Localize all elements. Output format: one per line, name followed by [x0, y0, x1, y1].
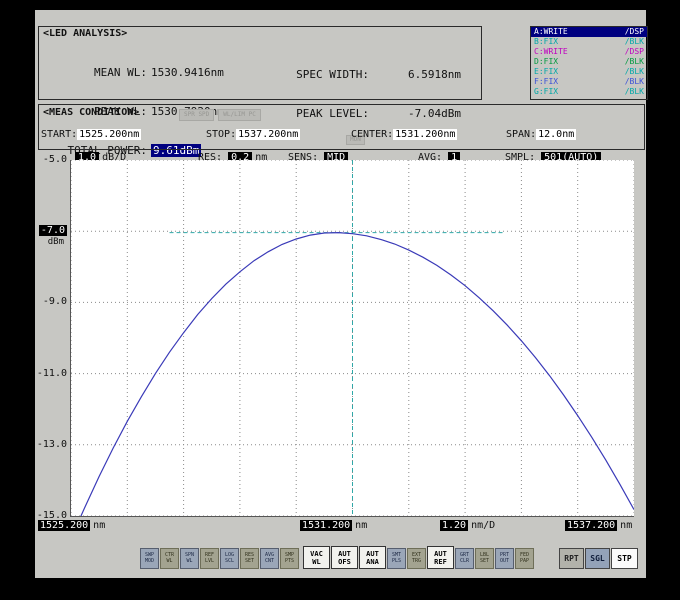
softkey-button[interactable]: PRT OUT	[495, 548, 514, 569]
softkey-button[interactable]: SPN WL	[180, 548, 199, 569]
auto-analysis-button[interactable]: AUT ANA	[359, 546, 386, 569]
x-center-value: 1531.200	[300, 520, 353, 531]
x-axis-center-label: 1531.200 nm	[300, 520, 367, 531]
y-axis-tick-label: -5.0	[42, 154, 67, 165]
spectrum-plot	[70, 160, 634, 517]
span-value[interactable]: 12.0nm	[536, 129, 577, 140]
span-field[interactable]: SPAN: 12.0nm	[506, 129, 577, 140]
softkey-button[interactable]: EXT TRG	[407, 548, 426, 569]
center-label: CENTER:	[351, 129, 394, 140]
softkey-button[interactable]: FED PAP	[515, 548, 534, 569]
instrument-panel: <LED ANALYSIS> MEAN WL: PEAK WL: TOTAL P…	[35, 10, 648, 578]
trace-status-row: D:FIX/BLK	[534, 57, 644, 66]
softkey-button[interactable]: GRT CLR	[455, 548, 474, 569]
toolbar: SWP MOD CTR WL SPN WL REF LVL LOG SCL RES SET AVG CNT…	[140, 543, 638, 569]
osa-screen: <LED ANALYSIS> MEAN WL: PEAK WL: TOTAL P…	[0, 0, 680, 600]
mean-wl-label: MEAN WL:	[94, 66, 147, 79]
start-label: START:	[41, 129, 78, 140]
trace-status-box: A:WRITE/DSP B:FIX/BLK C:WRITE/DSP D:FIX/BLK…	[530, 26, 648, 100]
softkey-button[interactable]: SMP PTS	[280, 548, 299, 569]
span-label: SPAN:	[506, 129, 537, 140]
start-wavelength-field[interactable]: START: 1525.200nm	[41, 129, 142, 140]
trace-status-row: C:WRITE/DSP	[534, 47, 644, 56]
spec-width-value: 6.5918nm	[408, 68, 461, 81]
softkey-button[interactable]: SWP MOD	[140, 548, 159, 569]
trace-status-row: E:FIX/BLK	[534, 67, 644, 76]
spectrum-chart	[71, 160, 634, 516]
trace-status-row: F:FIX/BLK	[534, 77, 644, 86]
y-axis-unit-label: dBm	[47, 237, 64, 247]
x-start-value: 1525.200	[38, 520, 91, 531]
led-analysis-title: <LED ANALYSIS>	[43, 28, 128, 39]
x-axis-stop-label: 1537.200 nm	[565, 520, 632, 531]
meas-flag: WL/LIM PC	[218, 109, 261, 121]
auto-ref-button[interactable]: AUT REF	[427, 546, 454, 569]
trace-status-row: A:WRITE/DSP	[531, 27, 647, 37]
x-center-unit: nm	[355, 520, 368, 531]
x-scale-unit: nm/D	[471, 520, 496, 531]
mean-wl-value: 1530.9416nm	[151, 66, 224, 79]
stop-label: STOP:	[206, 129, 237, 140]
x-axis-scale-label: 1.20 nm/D	[440, 520, 495, 531]
repeat-sweep-button[interactable]: RPT	[559, 548, 584, 569]
x-start-unit: nm	[93, 520, 106, 531]
softkey-button[interactable]: SMT PLS	[387, 548, 406, 569]
single-sweep-button[interactable]: SGL	[585, 548, 610, 569]
y-axis-tick-label: -9.0	[42, 296, 67, 308]
stop-value[interactable]: 1537.200nm	[236, 129, 301, 140]
meas-condition-title: <MEAS CONDITION>	[43, 107, 140, 118]
x-scale-value: 1.20	[440, 520, 469, 531]
meas-flags: SPR SPD WL/LIM PC	[179, 109, 261, 121]
y-axis-tick-label: -13.0	[36, 438, 67, 450]
vacuum-wavelength-button[interactable]: VAC WL	[303, 546, 330, 569]
softkey-button[interactable]: AVG CNT	[260, 548, 279, 569]
softkey-button[interactable]: CTR WL	[160, 548, 179, 569]
meas-condition-box: <MEAS CONDITION> SPR SPD WL/LIM PC MON S…	[38, 104, 645, 150]
auto-offset-button[interactable]: AUT OFS	[331, 546, 358, 569]
center-wavelength-field[interactable]: CENTER: 1531.200nm	[351, 129, 458, 140]
start-value[interactable]: 1525.200nm	[77, 129, 142, 140]
meas-flag: SPR SPD	[179, 109, 215, 121]
trace-status-row: G:FIX/BLK	[534, 87, 644, 96]
x-axis-start-label: 1525.200 nm	[38, 520, 105, 531]
y-axis-tick-label: -11.0	[36, 367, 67, 379]
softkey-button[interactable]: RES SET	[240, 548, 259, 569]
stop-wavelength-field[interactable]: STOP: 1537.200nm	[206, 129, 301, 140]
softkey-button[interactable]: REF LVL	[200, 548, 219, 569]
softkey-button[interactable]: LOG SCL	[220, 548, 239, 569]
led-analysis-box: <LED ANALYSIS> MEAN WL: PEAK WL: TOTAL P…	[38, 26, 482, 157]
y-axis-tick-label[interactable]: -7.0	[35, 225, 67, 237]
spec-width-label: SPEC WIDTH:	[296, 68, 369, 81]
analysis-markers	[169, 160, 503, 516]
stop-sweep-button[interactable]: STP	[611, 548, 638, 569]
softkey-button[interactable]: LBL SET	[475, 548, 494, 569]
center-value[interactable]: 1531.200nm	[393, 129, 458, 140]
trace-status-row: B:FIX/BLK	[534, 37, 644, 46]
x-stop-unit: nm	[620, 520, 633, 531]
x-stop-value: 1537.200	[565, 520, 618, 531]
